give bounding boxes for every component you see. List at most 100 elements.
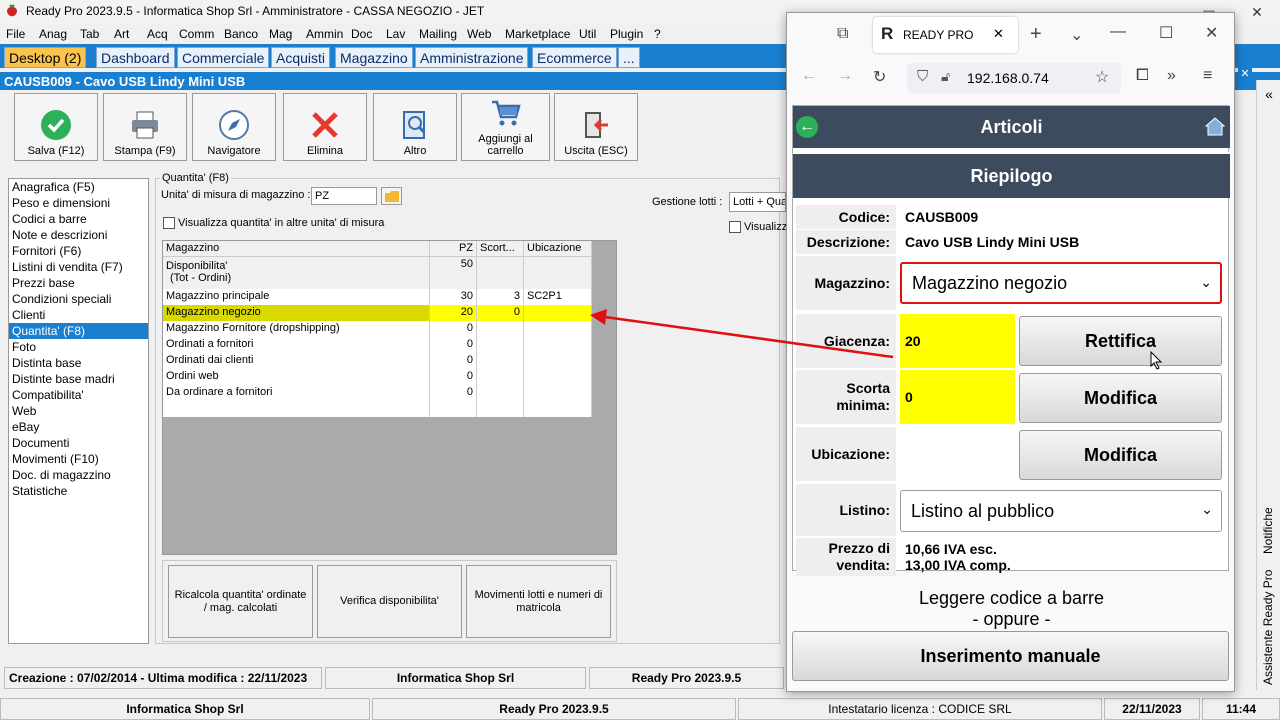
menu-icon[interactable]: ≡ xyxy=(1203,67,1212,85)
unit-field[interactable]: PZ xyxy=(311,187,377,205)
back-arrow-icon[interactable]: ← xyxy=(796,116,818,138)
menu-lav[interactable]: Lav xyxy=(386,27,405,41)
column-header[interactable]: Ubicazione xyxy=(524,241,592,257)
list-item[interactable]: Movimenti (F10) xyxy=(9,451,148,467)
shield-icon[interactable]: ⛉ xyxy=(917,68,928,85)
menu-help[interactable]: ? xyxy=(654,27,661,41)
list-item[interactable]: Documenti xyxy=(9,435,148,451)
table-row[interactable]: Disponibilita' (Tot - Ordini) 50 xyxy=(163,257,592,289)
table-row[interactable]: Ordinati dai clienti 0 xyxy=(163,353,592,369)
tab-more[interactable]: ... xyxy=(618,47,640,68)
browser-tab[interactable]: R READY PRO ✕ xyxy=(873,17,1018,53)
new-tab-icon[interactable]: + xyxy=(1030,23,1042,46)
list-item[interactable]: Fornitori (F6) xyxy=(9,243,148,259)
minimize-icon[interactable]: — xyxy=(1110,23,1126,41)
tab-acquisti[interactable]: Acquisti xyxy=(271,47,331,68)
address-bar[interactable]: ⛉ 🔓︎ 192.168.0.74 xyxy=(907,63,1121,93)
list-item[interactable]: Anagrafica (F5) xyxy=(9,179,148,195)
back-icon[interactable]: ← xyxy=(801,67,817,85)
list-item[interactable]: eBay xyxy=(9,419,148,435)
menu-mag[interactable]: Mag xyxy=(269,27,292,41)
tab-list-icon[interactable]: ⧉ xyxy=(837,25,848,43)
table-row[interactable]: Magazzino Fornitore (dropshipping) 0 xyxy=(163,321,592,337)
list-item[interactable]: Listini di vendita (F7) xyxy=(9,259,148,275)
tab-amministrazione[interactable]: Amministrazione xyxy=(415,47,529,68)
menu-util[interactable]: Util xyxy=(579,27,596,41)
table-row[interactable]: Ordinati a fornitori 0 xyxy=(163,337,592,353)
more-tools-icon[interactable]: » xyxy=(1167,67,1176,85)
tab-commerciale[interactable]: Commerciale xyxy=(177,47,270,68)
verify-button[interactable]: Verifica disponibilita' xyxy=(317,565,462,638)
list-item-selected[interactable]: Quantita' (F8) xyxy=(9,323,148,339)
visualizza-checkbox[interactable] xyxy=(729,221,741,233)
close-icon[interactable]: ✕ xyxy=(1234,0,1280,24)
menu-web[interactable]: Web xyxy=(467,27,491,41)
column-header[interactable]: Magazzino xyxy=(163,241,430,257)
list-item[interactable]: Condizioni speciali xyxy=(9,291,148,307)
list-item[interactable]: Prezzi base xyxy=(9,275,148,291)
forward-icon[interactable]: → xyxy=(837,67,853,85)
manual-entry-button[interactable]: Inserimento manuale xyxy=(792,631,1229,681)
menu-comm[interactable]: Comm xyxy=(179,27,214,41)
chevron-down-icon[interactable]: ⌄ xyxy=(1070,25,1083,45)
table-row-empty[interactable] xyxy=(163,401,592,417)
menu-art[interactable]: Art xyxy=(114,27,129,41)
table-row[interactable]: Magazzino principale 30 3 SC2P1 xyxy=(163,289,592,305)
other-button[interactable]: Altro xyxy=(373,93,457,161)
table-row-highlighted[interactable]: Magazzino negozio 20 0 xyxy=(163,305,592,321)
notifications-tab[interactable]: Notifiche xyxy=(1261,507,1275,554)
home-icon[interactable] xyxy=(1204,116,1226,136)
browser-close-icon[interactable]: ✕ xyxy=(1205,23,1218,43)
menu-mailing[interactable]: Mailing xyxy=(419,27,457,41)
assistant-tab[interactable]: Assistente Ready Pro xyxy=(1261,570,1275,685)
maximize-icon[interactable]: ☐ xyxy=(1159,23,1173,43)
list-item[interactable]: Codici a barre xyxy=(9,211,148,227)
table-row[interactable]: Da ordinare a fornitori 0 xyxy=(163,385,592,401)
list-item[interactable]: Foto xyxy=(9,339,148,355)
menu-marketplace[interactable]: Marketplace xyxy=(505,27,570,41)
movements-button[interactable]: Movimenti lotti e numeri di matricola xyxy=(466,565,611,638)
tab-desktop[interactable]: Desktop (2) xyxy=(4,47,87,68)
list-item[interactable]: Peso e dimensioni xyxy=(9,195,148,211)
menu-plugin[interactable]: Plugin xyxy=(610,27,643,41)
delete-button[interactable]: Elimina xyxy=(283,93,367,161)
column-header[interactable]: Scort... xyxy=(477,241,524,257)
price-list-select[interactable]: Listino al pubblico ⌄ xyxy=(900,490,1222,532)
warehouse-select[interactable]: Magazzino negozio ⌄ xyxy=(900,262,1222,304)
print-button[interactable]: Stampa (F9) xyxy=(103,93,187,161)
list-item[interactable]: Distinta base xyxy=(9,355,148,371)
reload-icon[interactable]: ↻ xyxy=(873,67,886,87)
extensions-icon[interactable]: ⧠ xyxy=(1136,67,1149,85)
list-item[interactable]: Doc. di magazzino xyxy=(9,467,148,483)
list-item[interactable]: Web xyxy=(9,403,148,419)
menu-banco[interactable]: Banco xyxy=(224,27,258,41)
menu-file[interactable]: File xyxy=(6,27,25,41)
folder-icon[interactable] xyxy=(381,187,402,205)
other-units-checkbox[interactable] xyxy=(163,217,175,229)
lots-select[interactable]: Lotti + Qua xyxy=(729,192,786,212)
list-item[interactable]: Statistiche xyxy=(9,483,148,499)
menu-doc[interactable]: Doc xyxy=(351,27,372,41)
recalc-button[interactable]: Ricalcola quantita' ordinate / mag. calc… xyxy=(168,565,313,638)
tab-dashboard[interactable]: Dashboard xyxy=(96,47,175,68)
menu-tab[interactable]: Tab xyxy=(80,27,99,41)
modify-min-button[interactable]: Modifica xyxy=(1019,373,1222,423)
save-button[interactable]: Salva (F12) xyxy=(14,93,98,161)
collapse-icon[interactable]: « xyxy=(1257,80,1280,108)
adjust-button[interactable]: Rettifica xyxy=(1019,316,1222,366)
column-header[interactable]: PZ xyxy=(430,241,477,257)
menu-anag[interactable]: Anag xyxy=(39,27,67,41)
star-icon[interactable]: ☆ xyxy=(1095,67,1109,87)
tab-ecommerce[interactable]: Ecommerce xyxy=(532,47,617,68)
lock-icon[interactable]: 🔓︎ xyxy=(941,68,950,85)
list-item[interactable]: Distinte base madri xyxy=(9,371,148,387)
tab-close-icon[interactable]: ✕ xyxy=(993,26,1004,42)
navigator-button[interactable]: Navigatore xyxy=(192,93,276,161)
list-item[interactable]: Note e descrizioni xyxy=(9,227,148,243)
menu-acq[interactable]: Acq xyxy=(147,27,168,41)
exit-button[interactable]: Uscita (ESC) xyxy=(554,93,638,161)
table-row[interactable]: Ordini web 0 xyxy=(163,369,592,385)
list-item[interactable]: Compatibilita' xyxy=(9,387,148,403)
modify-location-button[interactable]: Modifica xyxy=(1019,430,1222,480)
panel-close-icon[interactable]: ✕ xyxy=(1238,67,1252,81)
